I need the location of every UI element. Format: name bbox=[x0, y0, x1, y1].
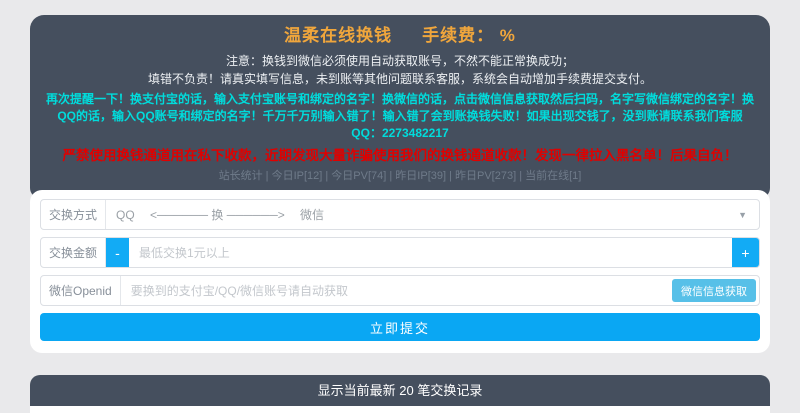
method-selected-value: QQ <────── 换 ──────> 微信 bbox=[116, 208, 325, 222]
fraud-warning: 严禁使用换钱通道用在私下收款，近期发现大量诈骗使用我们的换钱通道收款！发现一律拉… bbox=[62, 148, 738, 163]
amount-decrease-button[interactable]: - bbox=[106, 238, 130, 267]
openid-label: 微信Openid bbox=[41, 276, 121, 305]
records-panel: 显示当前最新 20 笔交换记录 订单号 换钱方式 换钱金额 提交时间 成功时间 … bbox=[30, 375, 770, 413]
openid-input[interactable] bbox=[120, 276, 672, 305]
records-title: 显示当前最新 20 笔交换记录 bbox=[30, 375, 770, 406]
amount-increase-button[interactable]: + bbox=[732, 238, 759, 267]
visitor-stats-links[interactable]: 站长统计 | 今日IP[12] | 今日PV[74] | 昨日IP[39] | … bbox=[46, 169, 754, 184]
notice-line-2: 填错不负责！请真实填写信息，未到账等其他问题联系客服，系统会自动增加手续费提交支… bbox=[147, 72, 652, 86]
chevron-down-icon: ▼ bbox=[738, 209, 747, 220]
fee-label: 手续费： % bbox=[422, 26, 516, 45]
amount-label: 交换金额 bbox=[41, 238, 107, 267]
exchange-method-group: 交换方式 QQ <────── 换 ──────> 微信 ▼ bbox=[40, 199, 760, 230]
exchange-form-card: 交换方式 QQ <────── 换 ──────> 微信 ▼ 交换金额 - + … bbox=[30, 190, 770, 353]
site-title: 温柔在线换钱 bbox=[284, 26, 393, 45]
title-row: 温柔在线换钱 手续费： % bbox=[46, 24, 754, 48]
records-table-body: 订单号 换钱方式 换钱金额 提交时间 成功时间 状态 bbox=[30, 406, 770, 413]
exchange-amount-group: 交换金额 - + bbox=[40, 237, 760, 268]
wechat-info-fetch-button[interactable]: 微信信息获取 bbox=[672, 279, 756, 302]
openid-group: 微信Openid 微信信息获取 bbox=[40, 275, 760, 306]
notice-header-panel: 温柔在线换钱 手续费： % 注意：换钱到微信必须使用自动获取账号，不然不能正常换成… bbox=[30, 15, 770, 198]
page-container: 温柔在线换钱 手续费： % 注意：换钱到微信必须使用自动获取账号，不然不能正常换成… bbox=[30, 15, 770, 413]
method-label: 交换方式 bbox=[41, 200, 107, 229]
amount-input[interactable] bbox=[129, 238, 732, 267]
reminder-warning: 再次提醒一下！换支付宝的话，输入支付宝账号和绑定的名字！换微信的话，点击微信信息… bbox=[46, 92, 755, 140]
method-select[interactable]: QQ <────── 换 ──────> 微信 ▼ bbox=[106, 200, 759, 229]
submit-button[interactable]: 立即提交 bbox=[40, 313, 760, 341]
notice-line-1: 注意：换钱到微信必须使用自动获取账号，不然不能正常换成功； bbox=[225, 54, 574, 68]
